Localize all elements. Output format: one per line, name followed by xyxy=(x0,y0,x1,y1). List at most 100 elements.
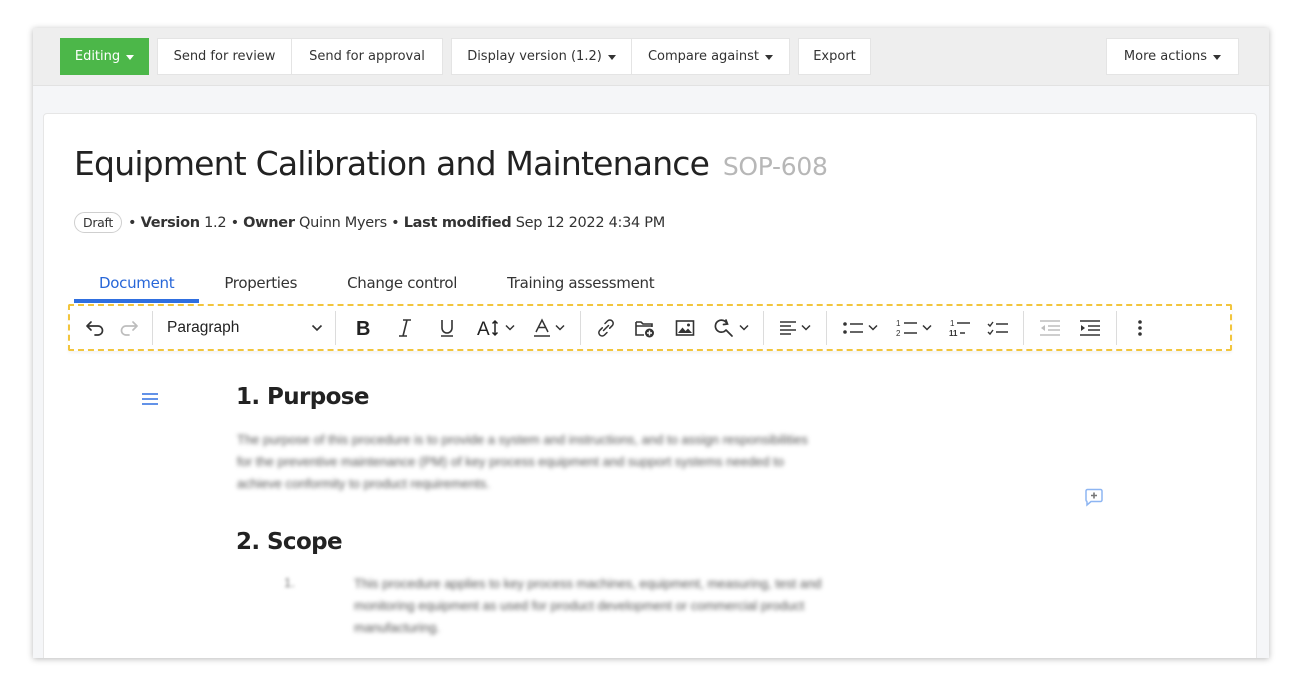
export-button[interactable]: Export xyxy=(798,38,871,75)
more-options-button[interactable] xyxy=(1126,313,1154,343)
send-for-approval-button[interactable]: Send for approval xyxy=(291,38,443,75)
italic-icon xyxy=(399,318,411,337)
list-number: 1. xyxy=(284,575,295,590)
insert-image-button[interactable] xyxy=(668,313,702,343)
bold-button[interactable]: B xyxy=(345,313,381,343)
more-actions-label: More actions xyxy=(1123,49,1208,64)
italic-button[interactable] xyxy=(387,313,423,343)
section-heading: 1. Purpose xyxy=(236,384,369,410)
status-badge: Draft xyxy=(74,212,123,233)
insert-file-icon xyxy=(635,320,654,337)
checklist-button[interactable] xyxy=(982,313,1014,343)
document-tabs: Document Properties Change control Train… xyxy=(74,264,679,303)
tab-document[interactable]: Document xyxy=(74,264,200,303)
list-item: This procedure applies to key process ma… xyxy=(354,573,1014,639)
version-label: Version xyxy=(140,214,201,231)
align-icon xyxy=(780,320,796,335)
toolbar-divider xyxy=(580,310,581,345)
export-label: Export xyxy=(813,49,856,64)
display-version-dropdown[interactable]: Display version (1.2) xyxy=(451,38,632,75)
chevron-down-icon xyxy=(922,324,932,331)
find-replace-dropdown[interactable] xyxy=(708,313,754,343)
tab-label: Document xyxy=(99,274,175,292)
numbered-list-icon: 12 xyxy=(896,319,917,337)
svg-text:1: 1 xyxy=(896,319,901,328)
tab-change-control[interactable]: Change control xyxy=(322,264,482,302)
outdent-button[interactable] xyxy=(1033,313,1067,343)
send-for-review-label: Send for review xyxy=(173,49,276,64)
more-actions-dropdown[interactable]: More actions xyxy=(1106,38,1239,75)
block-style-value: Paragraph xyxy=(167,318,240,336)
section-body: The purpose of this procedure is to prov… xyxy=(237,429,1027,495)
toolbar-divider xyxy=(335,310,336,345)
tab-label: Training assessment xyxy=(507,274,655,292)
toolbar-divider xyxy=(1116,310,1117,345)
svg-text:1: 1 xyxy=(950,319,955,328)
checklist-icon xyxy=(987,321,1008,335)
toolbar-divider xyxy=(763,310,764,345)
last-modified-value: Sep 12 2022 4:34 PM xyxy=(515,214,666,231)
send-for-review-button[interactable]: Send for review xyxy=(157,38,292,75)
caret-down-icon xyxy=(607,55,616,60)
redo-button[interactable] xyxy=(115,313,143,343)
redo-icon xyxy=(120,320,138,336)
svg-text:B: B xyxy=(356,318,370,338)
add-comment-button[interactable] xyxy=(1084,488,1104,513)
editing-label: Editing xyxy=(74,49,121,64)
document-action-bar: Editing Send for review Send for approva… xyxy=(33,28,1269,86)
bold-icon: B xyxy=(356,318,370,338)
link-button[interactable] xyxy=(590,313,622,343)
numbered-list-dropdown[interactable]: 12 xyxy=(890,313,938,343)
tab-training-assessment[interactable]: Training assessment xyxy=(482,264,679,302)
svg-text:2: 2 xyxy=(896,329,901,337)
page-title: Equipment Calibration and Maintenance SO… xyxy=(74,144,828,183)
multilevel-list-button[interactable]: 1 11 xyxy=(944,313,976,343)
add-comment-icon xyxy=(1085,488,1103,507)
document-title: Equipment Calibration and Maintenance xyxy=(74,144,710,183)
bulleted-list-icon xyxy=(843,321,863,334)
compare-against-label: Compare against xyxy=(647,49,759,64)
document-card: Equipment Calibration and Maintenance SO… xyxy=(43,113,1257,658)
compare-against-dropdown[interactable]: Compare against xyxy=(631,38,790,75)
outline-menu-button[interactable] xyxy=(142,392,158,411)
block-style-dropdown[interactable]: Paragraph xyxy=(159,313,329,343)
paragraph-line: This procedure applies to key process ma… xyxy=(354,576,822,591)
caret-down-icon xyxy=(1213,55,1222,60)
paragraph-line: for the preventive maintenance (PM) of k… xyxy=(237,454,785,469)
indent-button[interactable] xyxy=(1073,313,1107,343)
meta-sep: • xyxy=(226,214,244,231)
font-size-dropdown[interactable]: A xyxy=(471,313,521,343)
bulleted-list-dropdown[interactable] xyxy=(836,313,884,343)
owner-value: Quinn Myers xyxy=(298,214,387,231)
alignment-dropdown[interactable] xyxy=(773,313,817,343)
editing-mode-dropdown[interactable]: Editing xyxy=(60,38,149,75)
chevron-down-icon xyxy=(505,324,515,331)
paragraph-line: The purpose of this procedure is to prov… xyxy=(237,432,808,447)
undo-icon xyxy=(86,320,104,336)
last-modified-label: Last modified xyxy=(403,214,512,231)
chevron-down-icon xyxy=(739,324,749,331)
meta-sep: • xyxy=(128,214,141,231)
underline-button[interactable] xyxy=(429,313,465,343)
document-code: SOP-608 xyxy=(722,152,828,181)
caret-down-icon xyxy=(126,55,135,60)
app-window: Editing Send for review Send for approva… xyxy=(33,28,1269,658)
indent-icon xyxy=(1080,319,1100,336)
font-color-dropdown[interactable] xyxy=(527,313,571,343)
insert-file-button[interactable] xyxy=(628,313,662,343)
font-color-icon xyxy=(534,317,550,337)
find-replace-icon xyxy=(714,318,733,337)
tab-label: Change control xyxy=(347,274,458,292)
more-icon xyxy=(1138,319,1142,336)
svg-text:A: A xyxy=(477,319,490,338)
chevron-down-icon xyxy=(555,324,565,331)
underline-icon xyxy=(441,319,453,337)
outdent-icon xyxy=(1040,319,1060,336)
link-icon xyxy=(598,318,614,337)
tab-properties[interactable]: Properties xyxy=(199,264,322,302)
undo-button[interactable] xyxy=(81,313,109,343)
owner-label: Owner xyxy=(243,214,295,231)
menu-icon xyxy=(142,393,158,405)
editor-toolbar: Paragraph B A 1 2 1 11 xyxy=(68,304,1232,351)
toolbar-divider xyxy=(1023,310,1024,345)
